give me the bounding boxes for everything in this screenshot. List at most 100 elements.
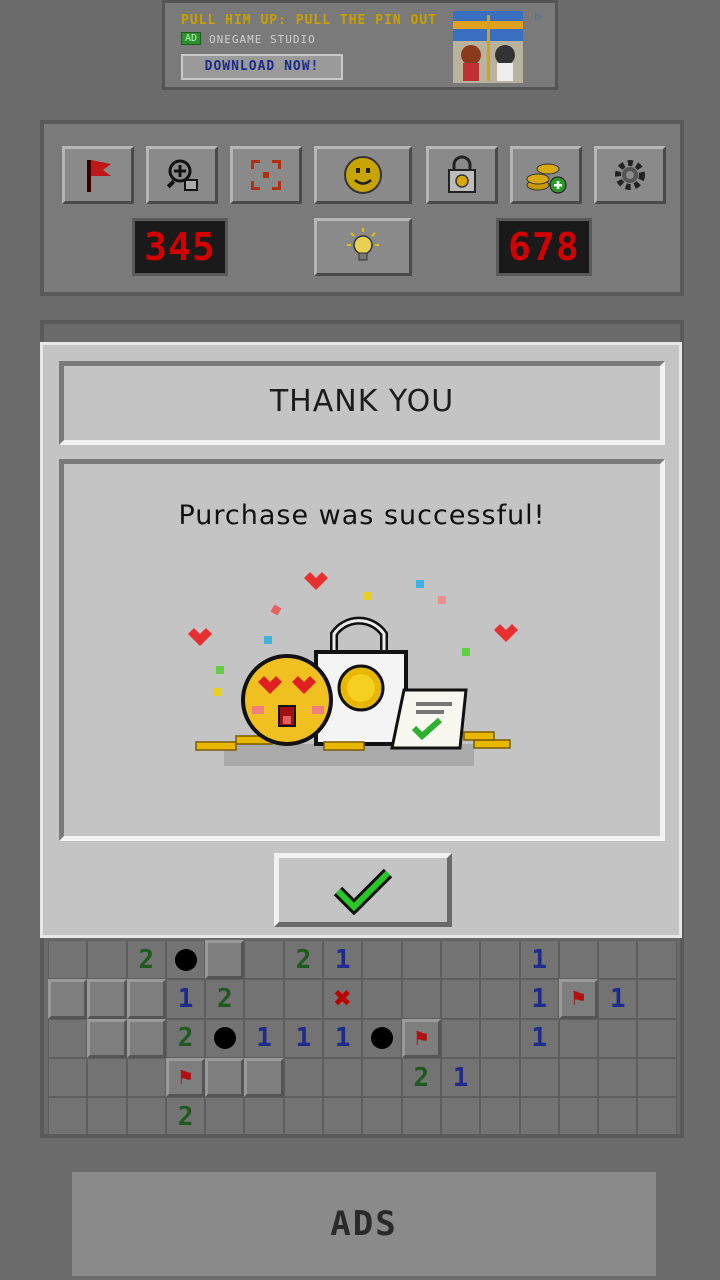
board-cell[interactable]: 1 (440, 1057, 481, 1098)
board-cell[interactable] (48, 1097, 88, 1134)
top-ad-banner[interactable]: PULL HIM UP: PULL THE PIN OUT AD ONEGAME… (162, 0, 558, 90)
board-cell[interactable] (283, 1097, 324, 1134)
board-cell[interactable]: 1 (323, 940, 363, 980)
board-cell[interactable] (401, 979, 441, 1019)
board-cell[interactable] (637, 979, 677, 1019)
board-cell[interactable] (87, 1057, 127, 1098)
board-cell[interactable]: 1 (165, 979, 206, 1019)
board-cell[interactable]: 2 (205, 979, 245, 1019)
board-cell[interactable] (87, 1018, 127, 1058)
ok-confirm-button[interactable] (274, 853, 452, 927)
board-cell[interactable] (558, 1097, 599, 1134)
board-cell[interactable] (440, 940, 481, 980)
timer-display: 678 (496, 218, 592, 276)
flag-mode-button[interactable] (62, 146, 134, 204)
board-cell[interactable]: ⚑ (558, 979, 599, 1019)
board-cell[interactable] (440, 1018, 481, 1058)
board-cell[interactable]: 1 (244, 1018, 284, 1058)
flag-icon: ⚑ (178, 1065, 193, 1091)
board-cell[interactable] (558, 940, 599, 980)
mine-icon (174, 948, 197, 971)
board-cell[interactable] (598, 940, 638, 980)
minefield-grid[interactable]: 2 2 1 1 1 2 ✖ 1 ⚑ 1 2 1 1 1 ⚑ 1 ⚑ 2 1 2 (48, 940, 677, 1134)
board-cell[interactable]: ⚑ (401, 1018, 441, 1058)
board-cell[interactable]: 2 (283, 940, 324, 980)
board-cell[interactable] (126, 1097, 166, 1134)
board-cell[interactable] (519, 1057, 559, 1098)
board-cell[interactable]: 1 (598, 979, 638, 1019)
zoom-in-button[interactable] (146, 146, 218, 204)
board-cell[interactable]: 1 (519, 1018, 559, 1058)
board-cell[interactable] (126, 979, 166, 1019)
ad-headline: PULL HIM UP: PULL THE PIN OUT (181, 13, 437, 28)
board-cell[interactable] (323, 1097, 363, 1134)
board-cell[interactable] (362, 1018, 402, 1058)
board-cell[interactable] (401, 1097, 441, 1134)
board-cell[interactable] (480, 979, 520, 1019)
get-coins-button[interactable] (510, 146, 582, 204)
board-cell[interactable] (362, 940, 402, 980)
board-cell[interactable] (362, 979, 402, 1019)
board-cell[interactable]: ✖ (323, 979, 363, 1019)
board-cell[interactable] (205, 940, 245, 980)
board-cell[interactable] (480, 1057, 520, 1098)
board-cell[interactable] (205, 1018, 245, 1058)
hint-button[interactable] (314, 218, 412, 276)
board-cell[interactable] (48, 979, 88, 1019)
mine-counter: 345 (132, 218, 228, 276)
ad-choices-icon[interactable]: ▷ (535, 9, 542, 23)
board-cell[interactable] (362, 1097, 402, 1134)
board-cell[interactable] (283, 1057, 324, 1098)
board-cell[interactable] (244, 940, 284, 980)
board-cell[interactable]: 1 (323, 1018, 363, 1058)
board-cell[interactable]: 2 (165, 1018, 206, 1058)
board-cell[interactable] (323, 1057, 363, 1098)
board-cell[interactable] (480, 1018, 520, 1058)
fit-screen-button[interactable] (230, 146, 302, 204)
board-cell[interactable] (480, 1097, 520, 1134)
board-cell[interactable] (165, 940, 206, 980)
board-cell[interactable]: 1 (283, 1018, 324, 1058)
settings-button[interactable] (594, 146, 666, 204)
board-cell[interactable] (87, 940, 127, 980)
board-cell[interactable] (362, 1057, 402, 1098)
board-cell[interactable]: 1 (519, 979, 559, 1019)
board-cell[interactable] (637, 1018, 677, 1058)
board-cell[interactable] (480, 940, 520, 980)
board-cell[interactable]: 2 (126, 940, 166, 980)
board-cell[interactable] (558, 1018, 599, 1058)
board-cell[interactable] (244, 979, 284, 1019)
board-cell[interactable] (598, 1057, 638, 1098)
shop-button[interactable] (426, 146, 498, 204)
board-cell[interactable] (283, 979, 324, 1019)
board-cell[interactable]: 2 (165, 1097, 206, 1134)
board-cell[interactable] (87, 979, 127, 1019)
board-cell[interactable] (244, 1057, 284, 1098)
board-cell[interactable] (637, 1057, 677, 1098)
board-cell[interactable] (48, 940, 88, 980)
wrong-mine-icon: ✖ (333, 981, 352, 1017)
board-cell[interactable] (637, 1097, 677, 1134)
board-cell[interactable] (519, 1097, 559, 1134)
bottom-ad-banner[interactable]: ADS (72, 1172, 656, 1276)
board-cell[interactable] (440, 979, 481, 1019)
board-cell[interactable] (48, 1057, 88, 1098)
ad-download-button[interactable]: DOWNLOAD NOW! (181, 54, 343, 80)
board-cell[interactable] (598, 1018, 638, 1058)
new-game-smiley-button[interactable] (314, 146, 412, 204)
board-cell[interactable] (440, 1097, 481, 1134)
board-cell[interactable] (244, 1097, 284, 1134)
board-cell[interactable] (126, 1018, 166, 1058)
board-cell[interactable] (87, 1097, 127, 1134)
board-cell[interactable] (598, 1097, 638, 1134)
board-cell[interactable]: ⚑ (165, 1057, 206, 1098)
board-cell[interactable] (205, 1057, 245, 1098)
board-cell[interactable] (637, 940, 677, 980)
board-cell[interactable] (126, 1057, 166, 1098)
board-cell[interactable] (401, 940, 441, 980)
board-cell[interactable] (48, 1018, 88, 1058)
board-cell[interactable] (205, 1097, 245, 1134)
board-cell[interactable] (558, 1057, 599, 1098)
board-cell[interactable]: 1 (519, 940, 559, 980)
board-cell[interactable]: 2 (401, 1057, 441, 1098)
